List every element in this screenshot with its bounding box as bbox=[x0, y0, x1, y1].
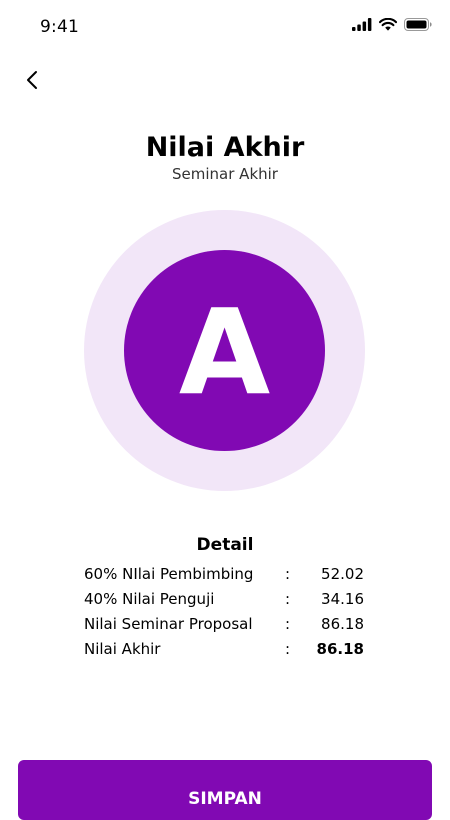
wifi-icon bbox=[378, 17, 398, 36]
page-title: Nilai Akhir bbox=[145, 132, 305, 163]
save-button[interactable]: SIMPAN bbox=[18, 760, 432, 820]
detail-value-total: 86.18 bbox=[316, 640, 364, 658]
detail-label: Nilai Akhir bbox=[84, 640, 161, 658]
status-time: 9:41 bbox=[40, 17, 79, 37]
chevron-left-icon bbox=[25, 70, 39, 95]
detail-heading: Detail bbox=[196, 535, 254, 555]
detail-row-seminar-proposal: Nilai Seminar Proposal : 86.18 bbox=[84, 612, 368, 637]
detail-separator: : bbox=[285, 615, 291, 633]
cellular-signal-icon bbox=[352, 18, 372, 36]
detail-value: 52.02 bbox=[321, 565, 364, 583]
detail-separator: : bbox=[285, 640, 291, 658]
detail-row-penguji: 40% Nilai Penguji : 34.16 bbox=[84, 587, 368, 612]
detail-row-nilai-akhir: Nilai Akhir : 86.18 bbox=[84, 637, 368, 662]
back-button[interactable] bbox=[18, 68, 46, 96]
detail-separator: : bbox=[285, 590, 291, 608]
detail-table: 60% NIlai Pembimbing : 52.02 40% Nilai P… bbox=[84, 562, 368, 662]
detail-separator: : bbox=[285, 565, 291, 583]
detail-label: Nilai Seminar Proposal bbox=[84, 615, 253, 633]
battery-icon bbox=[404, 18, 432, 36]
detail-label: 60% NIlai Pembimbing bbox=[84, 565, 254, 583]
detail-value: 34.16 bbox=[321, 590, 364, 608]
detail-label: 40% Nilai Penguji bbox=[84, 590, 215, 608]
grade-circle: A bbox=[124, 250, 325, 451]
status-bar: 9:41 bbox=[0, 0, 450, 54]
page-subtitle: Seminar Akhir bbox=[172, 165, 278, 183]
detail-value: 86.18 bbox=[321, 615, 364, 633]
status-icons bbox=[352, 17, 432, 36]
grade-letter: A bbox=[178, 282, 271, 421]
detail-row-pembimbing: 60% NIlai Pembimbing : 52.02 bbox=[84, 562, 368, 587]
